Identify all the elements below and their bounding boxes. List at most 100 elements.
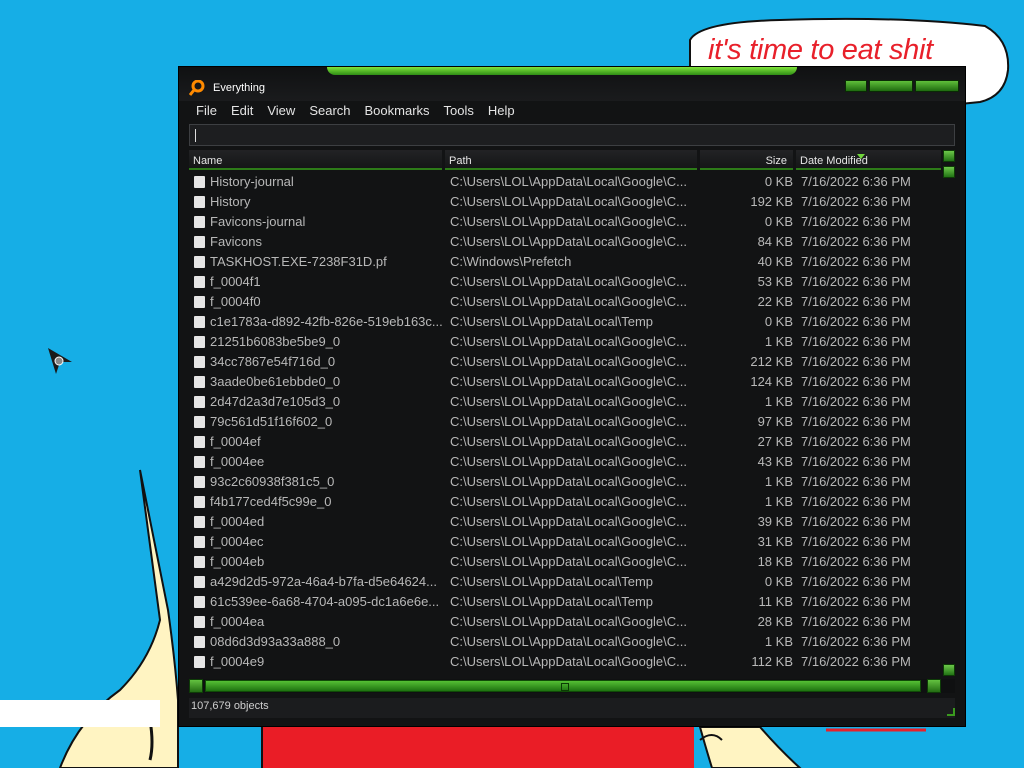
file-icon <box>194 416 205 428</box>
file-icon <box>194 516 205 528</box>
scroll-up-icon[interactable] <box>943 150 955 162</box>
file-name: f_0004ee <box>210 454 265 469</box>
file-date-modified: 7/16/2022 6:36 PM <box>801 474 911 489</box>
file-name: f_0004f1 <box>210 274 261 289</box>
scroll-down-icon[interactable] <box>943 664 955 676</box>
table-row[interactable]: c1e1783a-d892-42fb-826e-519eb163c... C:\U… <box>189 312 941 332</box>
scroll-thumb[interactable] <box>943 166 955 178</box>
sort-descending-icon <box>857 154 865 159</box>
table-row[interactable]: f4b177ced4f5c99e_0 C:\Users\LOL\AppData\L… <box>189 492 941 512</box>
table-row[interactable]: f_0004ed C:\Users\LOL\AppData\Local\Googl… <box>189 512 941 532</box>
file-date-modified: 7/16/2022 6:36 PM <box>801 534 911 549</box>
file-icon <box>194 436 205 448</box>
file-name: f_0004ed <box>210 514 265 529</box>
table-row[interactable]: 34cc7867e54f716d_0 C:\Users\LOL\AppData\L… <box>189 352 941 372</box>
search-input[interactable] <box>189 124 955 146</box>
file-name: History <box>210 194 251 209</box>
menu-edit[interactable]: Edit <box>224 101 260 121</box>
table-row[interactable]: f_0004ea C:\Users\LOL\AppData\Local\Googl… <box>189 612 941 632</box>
object-count: 107,679 objects <box>191 700 269 712</box>
column-header-name[interactable]: Name <box>189 150 442 170</box>
table-row[interactable]: f_0004f0 C:\Users\LOL\AppData\Local\Googl… <box>189 292 941 312</box>
file-date-modified: 7/16/2022 6:36 PM <box>801 574 911 589</box>
taskbar-stub <box>0 700 160 727</box>
file-path: C:\Users\LOL\AppData\Local\Google\C... <box>450 354 688 369</box>
table-row[interactable]: f_0004e9 C:\Users\LOL\AppData\Local\Googl… <box>189 652 941 672</box>
file-icon <box>194 236 205 248</box>
column-header-path[interactable]: Path <box>445 150 697 170</box>
table-row[interactable]: Favicons-journal C:\Users\LOL\AppData\Loc… <box>189 212 941 232</box>
title-glow <box>327 67 797 75</box>
maximize-icon[interactable] <box>869 80 913 92</box>
table-row[interactable]: f_0004eb C:\Users\LOL\AppData\Local\Googl… <box>189 552 941 572</box>
table-row[interactable]: 2d47d2a3d7e105d3_0 C:\Users\LOL\AppData\L… <box>189 392 941 412</box>
file-size: 18 KB <box>757 554 793 569</box>
column-header-date-modified[interactable]: Date Modified <box>796 150 941 170</box>
results-list: History-journal C:\Users\LOL\AppData\Loca… <box>189 172 941 672</box>
file-date-modified: 7/16/2022 6:36 PM <box>801 294 911 309</box>
table-row[interactable]: 93c2c60938f381c5_0 C:\Users\LOL\AppData\L… <box>189 472 941 492</box>
column-header-size[interactable]: Size <box>700 150 793 170</box>
scroll-right-icon[interactable] <box>927 679 941 693</box>
horizontal-scrollbar[interactable] <box>189 679 955 693</box>
menu-tools[interactable]: Tools <box>437 101 481 121</box>
file-path: C:\Users\LOL\AppData\Local\Google\C... <box>450 394 688 409</box>
menu-bookmarks[interactable]: Bookmarks <box>358 101 437 121</box>
table-row[interactable]: 21251b6083be5be9_0 C:\Users\LOL\AppData\L… <box>189 332 941 352</box>
table-row[interactable]: 79c561d51f16f602_0 C:\Users\LOL\AppData\L… <box>189 412 941 432</box>
speech-bubble-text: it's time to eat shit <box>708 34 933 66</box>
file-path: C:\Users\LOL\AppData\Local\Google\C... <box>450 214 688 229</box>
table-row[interactable]: 08d6d3d93a33a888_0 C:\Users\LOL\AppData\L… <box>189 632 941 652</box>
file-icon <box>194 376 205 388</box>
file-path: C:\Users\LOL\AppData\Local\Google\C... <box>450 414 688 429</box>
table-row[interactable]: 3aade0be61ebbde0_0 C:\Users\LOL\AppData\L… <box>189 372 941 392</box>
file-size: 22 KB <box>757 294 793 309</box>
file-date-modified: 7/16/2022 6:36 PM <box>801 234 911 249</box>
file-size: 1 KB <box>764 334 793 349</box>
file-name: f4b177ced4f5c99e_0 <box>210 494 332 509</box>
horizontal-scroll-thumb[interactable] <box>205 680 921 692</box>
menu-search[interactable]: Search <box>302 101 357 121</box>
vertical-scrollbar[interactable] <box>943 150 956 678</box>
file-path: C:\Users\LOL\AppData\Local\Google\C... <box>450 454 688 469</box>
file-icon <box>194 176 205 188</box>
close-icon[interactable] <box>915 80 959 92</box>
table-row[interactable]: 61c539ee-6a68-4704-a095-dc1a6e6e... C:\Us… <box>189 592 941 612</box>
file-name: f_0004ea <box>210 614 265 629</box>
menu-help[interactable]: Help <box>481 101 522 121</box>
file-icon <box>194 296 205 308</box>
table-row[interactable]: f_0004ee C:\Users\LOL\AppData\Local\Googl… <box>189 452 941 472</box>
file-name: f_0004ec <box>210 534 264 549</box>
title-bar[interactable]: Everything <box>179 67 965 101</box>
table-row[interactable]: a429d2d5-972a-46a4-b7fa-d5e64624... C:\Us… <box>189 572 941 592</box>
file-date-modified: 7/16/2022 6:36 PM <box>801 494 911 509</box>
file-path: C:\Users\LOL\AppData\Local\Google\C... <box>450 374 688 389</box>
file-date-modified: 7/16/2022 6:36 PM <box>801 594 911 609</box>
file-path: C:\Users\LOL\AppData\Local\Google\C... <box>450 174 688 189</box>
file-icon <box>194 276 205 288</box>
file-date-modified: 7/16/2022 6:36 PM <box>801 554 911 569</box>
table-row[interactable]: Favicons C:\Users\LOL\AppData\Local\Googl… <box>189 232 941 252</box>
table-row[interactable]: f_0004f1 C:\Users\LOL\AppData\Local\Googl… <box>189 272 941 292</box>
file-date-modified: 7/16/2022 6:36 PM <box>801 174 911 189</box>
scroll-left-icon[interactable] <box>189 679 203 693</box>
file-name: Favicons <box>210 234 263 249</box>
file-name: Favicons-journal <box>210 214 306 229</box>
table-row[interactable]: TASKHOST.EXE-7238F31D.pf C:\Windows\Prefe… <box>189 252 941 272</box>
file-date-modified: 7/16/2022 6:36 PM <box>801 654 911 669</box>
resize-grip-icon[interactable] <box>947 708 955 716</box>
file-icon <box>194 636 205 648</box>
menu-file[interactable]: File <box>189 101 224 121</box>
file-date-modified: 7/16/2022 6:36 PM <box>801 354 911 369</box>
table-row[interactable]: History C:\Users\LOL\AppData\Local\Google… <box>189 192 941 212</box>
table-row[interactable]: f_0004ef C:\Users\LOL\AppData\Local\Googl… <box>189 432 941 452</box>
table-row[interactable]: f_0004ec C:\Users\LOL\AppData\Local\Googl… <box>189 532 941 552</box>
file-icon <box>194 556 205 568</box>
file-size: 1 KB <box>764 474 793 489</box>
table-row[interactable]: History-journal C:\Users\LOL\AppData\Loca… <box>189 172 941 192</box>
file-name: f_0004ef <box>210 434 261 449</box>
menu-view[interactable]: View <box>260 101 302 121</box>
file-path: C:\Users\LOL\AppData\Local\Google\C... <box>450 434 688 449</box>
file-date-modified: 7/16/2022 6:36 PM <box>801 394 911 409</box>
minimize-icon[interactable] <box>845 80 867 92</box>
